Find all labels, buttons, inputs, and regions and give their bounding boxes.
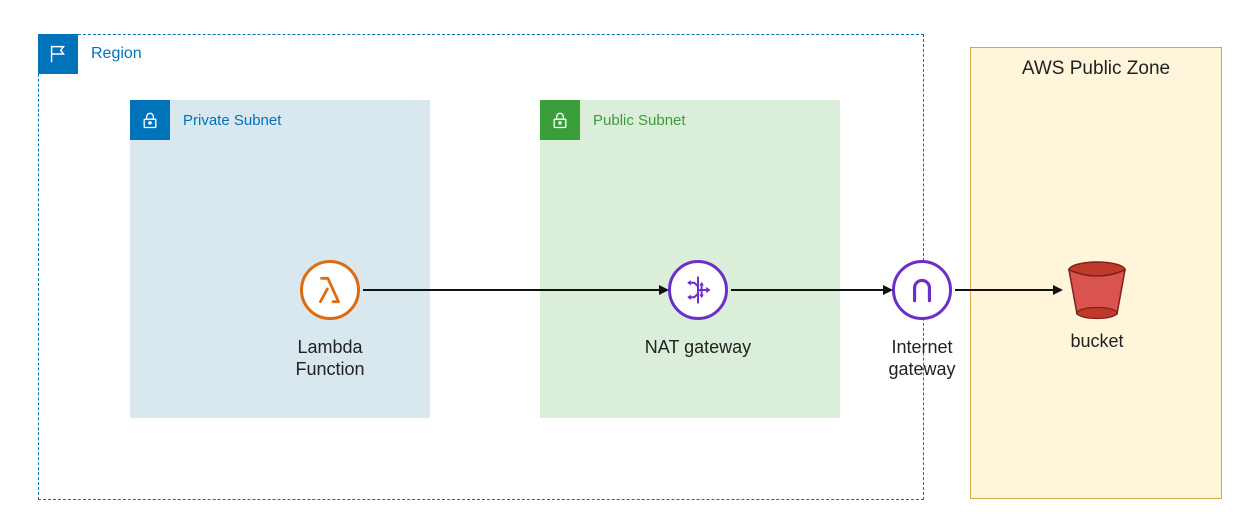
arrow-head-icon — [1053, 285, 1063, 295]
arrow-lambda-to-nat — [363, 289, 659, 291]
region-label: Region — [91, 45, 142, 63]
igw-label-line2: gateway — [888, 359, 955, 379]
nat-gateway-icon — [668, 260, 728, 320]
internet-gateway-label: Internet gateway — [858, 337, 986, 380]
flag-icon — [38, 34, 78, 74]
public-zone-container: AWS Public Zone bucket — [970, 47, 1222, 499]
internet-gateway-icon — [892, 260, 952, 320]
arrow-head-icon — [883, 285, 893, 295]
lock-icon — [130, 100, 170, 140]
bucket-label: bucket — [1033, 331, 1161, 352]
bucket-node: bucket — [1033, 260, 1161, 352]
nat-gateway-label: NAT gateway — [618, 337, 778, 359]
lambda-icon — [300, 260, 360, 320]
public-subnet-container: Public Subnet — [540, 100, 840, 418]
public-zone-label: AWS Public Zone — [971, 58, 1221, 80]
igw-label-line1: Internet — [891, 337, 952, 357]
arrow-nat-to-igw — [731, 289, 883, 291]
private-subnet-label: Private Subnet — [183, 112, 281, 129]
lock-icon — [540, 100, 580, 140]
lambda-label: Lambda Function — [260, 337, 400, 380]
lambda-label-line1: Lambda — [297, 337, 362, 357]
arrow-igw-to-bucket — [955, 289, 1053, 291]
public-subnet-label: Public Subnet — [593, 112, 686, 129]
bucket-icon — [1062, 260, 1132, 322]
lambda-label-line2: Function — [295, 359, 364, 379]
arrow-head-icon — [659, 285, 669, 295]
